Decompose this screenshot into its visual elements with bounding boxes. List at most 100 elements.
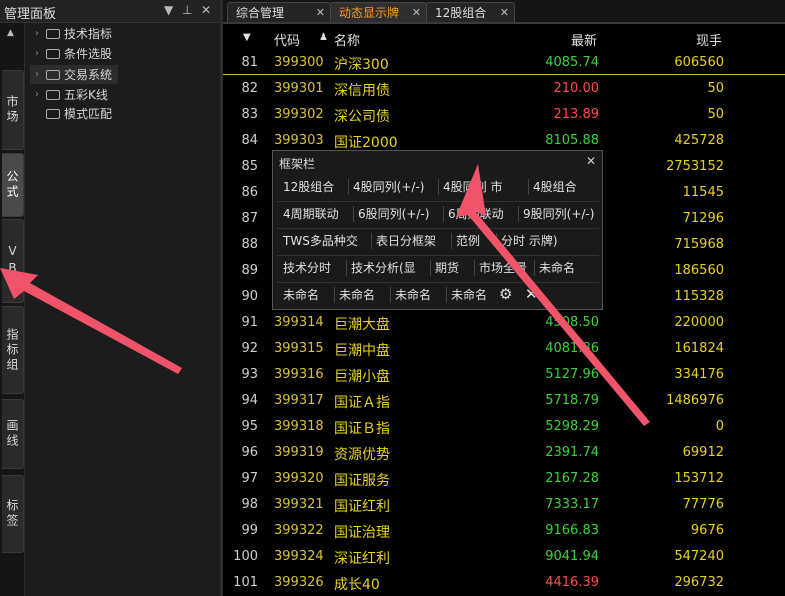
frame-button[interactable]: 分时 示牌) [501,230,558,252]
frame-button[interactable]: 6周期联动 [448,203,504,225]
last-price: 9166.83 [545,523,599,538]
stock-name: 国证红利 [334,499,390,515]
last-price: 210.00 [553,81,600,96]
frame-button[interactable]: 技术分时 [283,257,331,279]
table-row[interactable]: 95 399318 国证Ｂ指 5298.29 0 [223,414,785,440]
table-row[interactable]: 99 399322 国证治理 9166.83 9676 [223,518,785,544]
tree-item-stock-screening[interactable]: › 条件选股 [30,44,112,63]
last-price: 5298.29 [545,419,599,434]
frame-button[interactable]: 市场全景 [479,257,527,279]
last-price: 4416.39 [545,575,599,590]
frame-button[interactable]: 4周期联动 [283,203,339,225]
close-icon[interactable]: ✕ [412,6,421,19]
table-row[interactable]: 91 399314 巨潮大盘 4508.50 220000 [223,310,785,336]
row-index: 87 [241,211,258,226]
table-row[interactable]: 82 399301 深信用债 210.00 50 [223,76,785,102]
sort-menu-icon[interactable]: ▼ [243,32,251,43]
table-row[interactable]: 94 399317 国证Ａ指 5718.79 1486976 [223,388,785,414]
frame-button[interactable]: 9股同列(+/-) [523,203,594,225]
tree-item-pattern-match[interactable]: 模式匹配 [30,104,112,123]
separator [518,206,519,222]
frame-button[interactable]: 期货 [435,257,459,279]
header-name[interactable]: 名称 [334,30,360,49]
expand-icon[interactable]: › [30,69,44,80]
frame-button[interactable]: 技术分析(显 [351,257,416,279]
vtab-indicator-group[interactable]: 指标组 [2,306,24,394]
row-index: 83 [241,107,258,122]
vtab-market[interactable]: 市场 [2,70,24,150]
stock-code: 399326 [274,575,324,590]
frame-button[interactable]: 未命名 [395,284,431,306]
table-row[interactable]: 83 399302 深公司债 213.89 50 [223,102,785,128]
last-price: 4081.86 [545,341,599,356]
row-index: 97 [241,471,258,486]
expand-icon[interactable]: › [30,28,44,39]
stock-code: 399324 [274,549,324,564]
tab-bar: 综合管理 ✕ 动态显示牌 ✕ 12股组合 ✕ [223,0,785,24]
folder-icon [46,28,60,39]
stock-name: 国证治理 [334,525,390,541]
table-row[interactable]: 93 399316 巨潮小盘 5127.96 334176 [223,362,785,388]
table-row[interactable]: 97 399320 国证服务 2167.28 153712 [223,466,785,492]
scroll-up-icon[interactable]: ▲ [7,28,14,38]
header-code[interactable]: 代码 [274,30,300,49]
close-icon[interactable]: ✕ [525,283,538,305]
frame-button[interactable]: 表日分框架 [376,230,436,252]
close-icon[interactable]: ✕ [586,154,596,168]
vtab-drawing[interactable]: 画线 [2,399,24,469]
stock-code: 399302 [274,107,324,122]
vtab-formula[interactable]: 公式 [2,153,24,217]
frame-button[interactable]: 4股组合 [533,176,577,198]
table-row[interactable]: 81 399300 沪深300 4085.74 606560 [223,50,785,76]
frame-button[interactable]: 未命名 [283,284,319,306]
tree-item-trading-system[interactable]: › 交易系统 [30,65,118,84]
close-icon[interactable]: ✕ [500,6,509,19]
expand-icon[interactable]: › [30,89,44,100]
separator [348,179,349,195]
stock-name: 成长40 [334,577,380,593]
row-index: 93 [241,367,258,382]
header-price[interactable]: 最新 [571,30,597,49]
stock-name: 巨潮中盘 [334,343,390,359]
close-icon[interactable]: ✕ [201,3,211,17]
separator [534,260,535,276]
tab-dynamic-board[interactable]: 动态显示牌 ✕ [330,2,427,22]
frame-button[interactable]: 12股组合 [283,176,334,198]
frame-button[interactable]: 范例 [456,230,480,252]
vtab-vb[interactable]: VB [2,219,24,303]
stock-code: 399300 [274,55,324,70]
tab-12-stock-combo[interactable]: 12股组合 ✕ [426,2,515,22]
dropdown-icon[interactable]: ▼ [164,3,173,17]
frame-button[interactable]: 未命名 [339,284,375,306]
stock-code: 399320 [274,471,324,486]
frame-button[interactable]: 6股同列(+/-) [358,203,429,225]
vtab-label[interactable]: 标签 [2,475,24,553]
row-divider [277,255,599,256]
pin-icon[interactable]: ⊥ [182,3,192,17]
separator [474,260,475,276]
frame-button[interactable]: 未命名 [451,284,487,306]
stock-code: 399301 [274,81,324,96]
gear-icon[interactable]: ⚙ [499,283,512,305]
table-row[interactable]: 96 399319 资源优势 2391.74 69912 [223,440,785,466]
last-price: 213.89 [553,107,600,122]
current-volume: 71296 [682,211,724,226]
close-icon[interactable]: ✕ [316,6,325,19]
tree-item-color-kline[interactable]: › 五彩K线 [30,85,108,104]
frame-button[interactable]: TWS多品种交 [283,230,358,252]
header-volume[interactable]: 现手 [696,30,722,49]
table-row[interactable]: 92 399315 巨潮中盘 4081.86 161824 [223,336,785,362]
expand-icon[interactable]: › [30,48,44,59]
frame-button[interactable]: 4股同列(+/-) [353,176,424,198]
table-row[interactable]: 101 399326 成长40 4416.39 296732 [223,570,785,596]
table-row[interactable]: 98 399321 国证红利 7333.17 77776 [223,492,785,518]
tree-item-technical-indicators[interactable]: › 技术指标 [30,24,112,43]
separator [346,260,347,276]
row-index: 94 [241,393,258,408]
frame-button[interactable]: 未命名 [539,257,575,279]
last-price: 7333.17 [545,497,599,512]
stock-name: 巨潮小盘 [334,369,390,385]
tab-comprehensive-management[interactable]: 综合管理 ✕ [227,2,331,22]
table-row[interactable]: 100 399324 深证红利 9041.94 547240 [223,544,785,570]
frame-button[interactable]: 4股同列 市 [443,176,502,198]
